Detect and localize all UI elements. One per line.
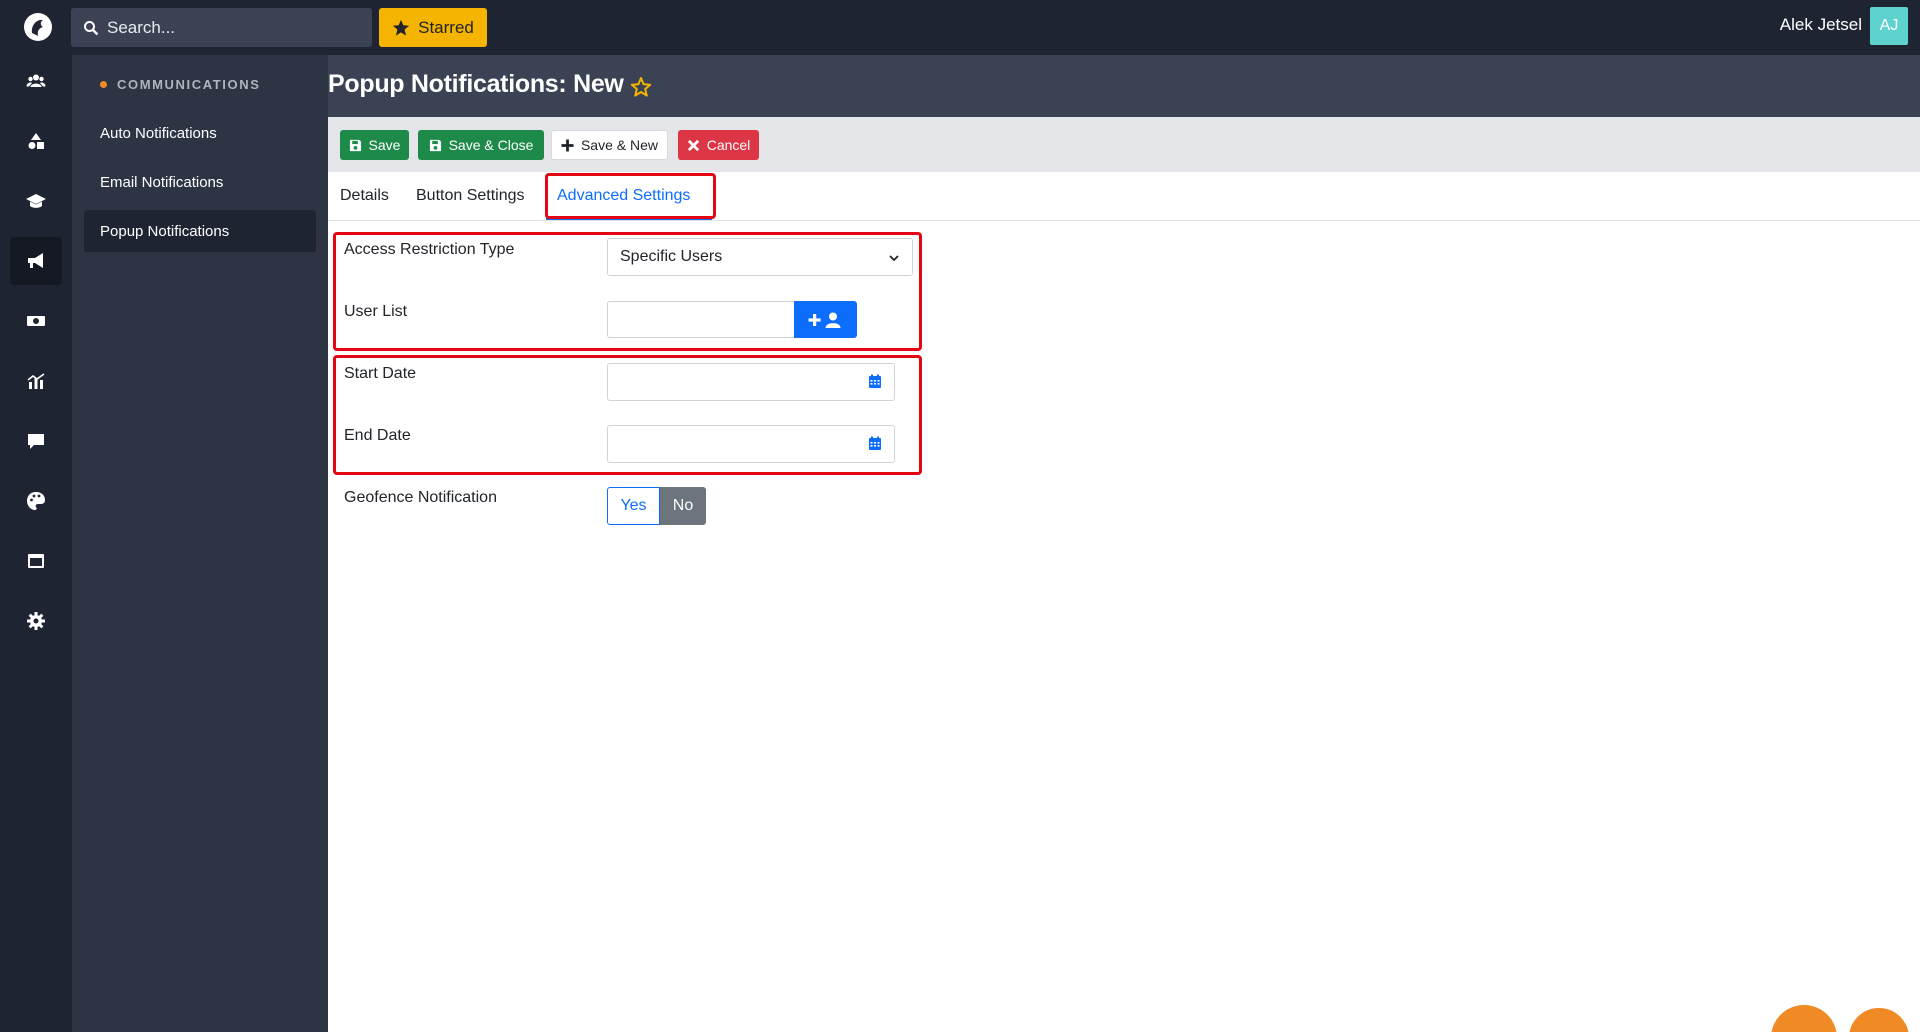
close-icon [687, 139, 699, 151]
subnav-item-popup-notifications[interactable]: Popup Notifications [84, 210, 316, 252]
chart-icon [27, 373, 45, 389]
geofence-no-toggle[interactable]: No [660, 487, 706, 525]
save-close-label: Save & Close [448, 137, 534, 153]
window-icon [28, 554, 44, 568]
user-list-input[interactable] [607, 301, 795, 338]
floppy-disk-icon [429, 139, 441, 151]
rail-item-users[interactable] [10, 57, 62, 105]
access-restriction-value: Specific Users [620, 248, 723, 265]
save-new-label: Save & New [580, 137, 659, 153]
chevron-down-icon [889, 255, 899, 262]
search-placeholder: Search... [107, 17, 176, 37]
search-icon [84, 20, 99, 35]
page-title: Popup Notifications: New [328, 70, 624, 98]
calendar-icon[interactable] [868, 374, 882, 389]
rail-item-branding[interactable] [10, 477, 62, 525]
save-close-button[interactable]: Save & Close [418, 130, 544, 160]
main-content: Save Save & Close Save & New Cancel Deta… [328, 117, 1920, 1032]
subnav-section-header: COMMUNICATIONS [100, 77, 260, 92]
floppy-disk-icon [349, 139, 361, 151]
subnav-item-email-notifications[interactable]: Email Notifications [84, 161, 316, 203]
graduation-cap-icon [26, 194, 46, 208]
highlight-tab-box [545, 173, 716, 219]
megaphone-icon [28, 253, 43, 268]
start-date-label: Start Date [344, 365, 417, 382]
subnav-section-label: COMMUNICATIONS [117, 77, 261, 92]
subnav-item-auto-notifications[interactable]: Auto Notifications [84, 112, 316, 154]
icon-rail [0, 55, 72, 1032]
user-name[interactable]: Alek Jetsel [1780, 15, 1862, 35]
geofence-label: Geofence Notification [344, 489, 497, 506]
money-icon [27, 316, 45, 326]
star-icon [393, 19, 410, 36]
rail-item-communications[interactable] [10, 237, 62, 285]
sub-navigation: COMMUNICATIONS Auto Notifications Email … [72, 55, 328, 1032]
start-date-field[interactable] [607, 363, 895, 401]
cancel-label: Cancel [706, 137, 751, 153]
access-restriction-select[interactable]: Specific Users [607, 238, 913, 276]
save-label: Save [368, 137, 401, 153]
shapes-icon [28, 133, 44, 149]
rail-item-settings[interactable] [10, 597, 62, 645]
rail-item-messages[interactable] [10, 417, 62, 465]
status-dot-icon [100, 81, 107, 88]
chat-icon [28, 434, 44, 449]
rail-item-shapes[interactable] [10, 117, 62, 165]
avatar[interactable]: AJ [1870, 7, 1908, 45]
end-date-label: End Date [344, 427, 411, 444]
plus-icon [561, 138, 574, 152]
add-user-icon [808, 312, 840, 328]
rail-item-reports[interactable] [10, 357, 62, 405]
palette-icon [27, 492, 45, 510]
access-restriction-label: Access Restriction Type [344, 241, 515, 258]
rail-item-learning[interactable] [10, 177, 62, 225]
toolbar: Save Save & Close Save & New Cancel [328, 117, 1920, 172]
favorite-star-icon[interactable] [630, 76, 652, 98]
gear-icon [27, 612, 45, 630]
cancel-button[interactable]: Cancel [678, 130, 759, 160]
rail-item-pages[interactable] [10, 537, 62, 585]
top-bar: Search... Starred Alek Jetsel AJ [0, 0, 1920, 55]
tab-button-settings[interactable]: Button Settings [416, 187, 525, 205]
starred-button[interactable]: Starred [379, 8, 487, 47]
page-header: Popup Notifications: New [328, 55, 1920, 117]
search-input[interactable]: Search... [71, 8, 372, 47]
users-icon [26, 74, 46, 87]
add-user-button[interactable] [794, 301, 857, 338]
save-button[interactable]: Save [340, 130, 409, 160]
user-list-label: User List [344, 303, 408, 320]
app-logo-icon[interactable] [22, 11, 54, 43]
geofence-yes-toggle[interactable]: Yes [607, 487, 660, 525]
starred-label: Starred [418, 17, 474, 37]
tab-details[interactable]: Details [340, 187, 389, 205]
rail-item-payments[interactable] [10, 297, 62, 345]
calendar-icon[interactable] [868, 436, 882, 451]
end-date-field[interactable] [607, 425, 895, 463]
save-new-button[interactable]: Save & New [551, 130, 668, 160]
